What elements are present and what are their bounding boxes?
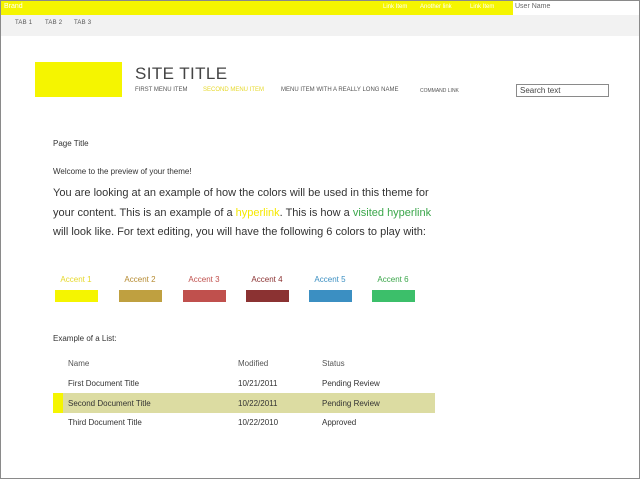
row-name[interactable]: Third Document Title <box>68 418 142 427</box>
row-name[interactable]: First Document Title <box>68 379 139 388</box>
column-header-modified[interactable]: Modified <box>238 359 268 368</box>
row-status: Pending Review <box>322 399 380 408</box>
menu-command-link[interactable]: COMMAND LINK <box>420 88 459 94</box>
suite-link-1[interactable]: Link Item <box>383 4 407 10</box>
body-text-2: . This is how a <box>279 206 353 219</box>
accent-2-label: Accent 2 <box>124 275 156 284</box>
accent-1-swatch <box>55 290 98 302</box>
suite-link-2[interactable]: Another link <box>420 4 452 10</box>
user-name-link[interactable]: User Name <box>515 3 550 10</box>
search-input[interactable] <box>516 84 609 97</box>
menu-item-second[interactable]: SECOND MENU ITEM <box>203 87 264 93</box>
site-logo[interactable] <box>35 62 122 97</box>
accent-1-label: Accent 1 <box>60 275 92 284</box>
selection-marker <box>53 393 63 413</box>
accent-2-swatch <box>119 290 162 302</box>
row-name[interactable]: Second Document Title <box>68 399 151 408</box>
body-paragraph: You are looking at an example of how the… <box>53 184 443 243</box>
column-header-status[interactable]: Status <box>322 359 345 368</box>
list-heading: Example of a List: <box>53 334 117 343</box>
brand-link[interactable]: Brand <box>4 3 23 10</box>
tab-1[interactable]: TAB 1 <box>15 20 32 26</box>
accent-6-swatch <box>372 290 415 302</box>
site-title[interactable]: SITE TITLE <box>135 64 228 84</box>
column-header-name[interactable]: Name <box>68 359 89 368</box>
tab-bar: TAB 1 TAB 2 TAB 3 <box>1 15 639 36</box>
row-status: Approved <box>322 418 357 427</box>
menu-item-first[interactable]: FIRST MENU ITEM <box>135 87 188 93</box>
row-status: Pending Review <box>322 379 380 388</box>
accent-4-swatch <box>246 290 289 302</box>
hyperlink[interactable]: hyperlink <box>236 207 280 219</box>
accent-6-label: Accent 6 <box>377 275 409 284</box>
accent-3-swatch <box>183 290 226 302</box>
suite-bar: Brand Link Item Another link Link Item U… <box>1 1 639 15</box>
accent-5-label: Accent 5 <box>314 275 346 284</box>
table-row[interactable]: First Document Title 10/21/2011 Pending … <box>53 373 435 393</box>
suite-link-3[interactable]: Link Item <box>470 4 494 10</box>
welcome-text: Welcome to the preview of your theme! <box>53 167 192 176</box>
accent-5-swatch <box>309 290 352 302</box>
tab-3[interactable]: TAB 3 <box>74 20 91 26</box>
row-modified: 10/21/2011 <box>238 379 278 388</box>
table-row-selected[interactable]: Second Document Title 10/22/2011 Pending… <box>53 393 435 413</box>
tab-2[interactable]: TAB 2 <box>45 20 62 26</box>
menu-item-long[interactable]: MENU ITEM WITH A REALLY LONG NAME <box>281 87 398 93</box>
suite-bar-accent: Brand Link Item Another link Link Item <box>1 1 513 15</box>
row-modified: 10/22/2011 <box>238 399 278 408</box>
visited-hyperlink[interactable]: visited hyperlink <box>353 207 431 219</box>
body-text-3: will look like. For text editing, you wi… <box>53 226 426 238</box>
accent-3-label: Accent 3 <box>188 275 220 284</box>
page-title: Page Title <box>53 139 89 148</box>
accent-4-label: Accent 4 <box>251 275 283 284</box>
row-modified: 10/22/2010 <box>238 418 279 427</box>
table-row[interactable]: Third Document Title 10/22/2010 Approved <box>53 412 435 432</box>
